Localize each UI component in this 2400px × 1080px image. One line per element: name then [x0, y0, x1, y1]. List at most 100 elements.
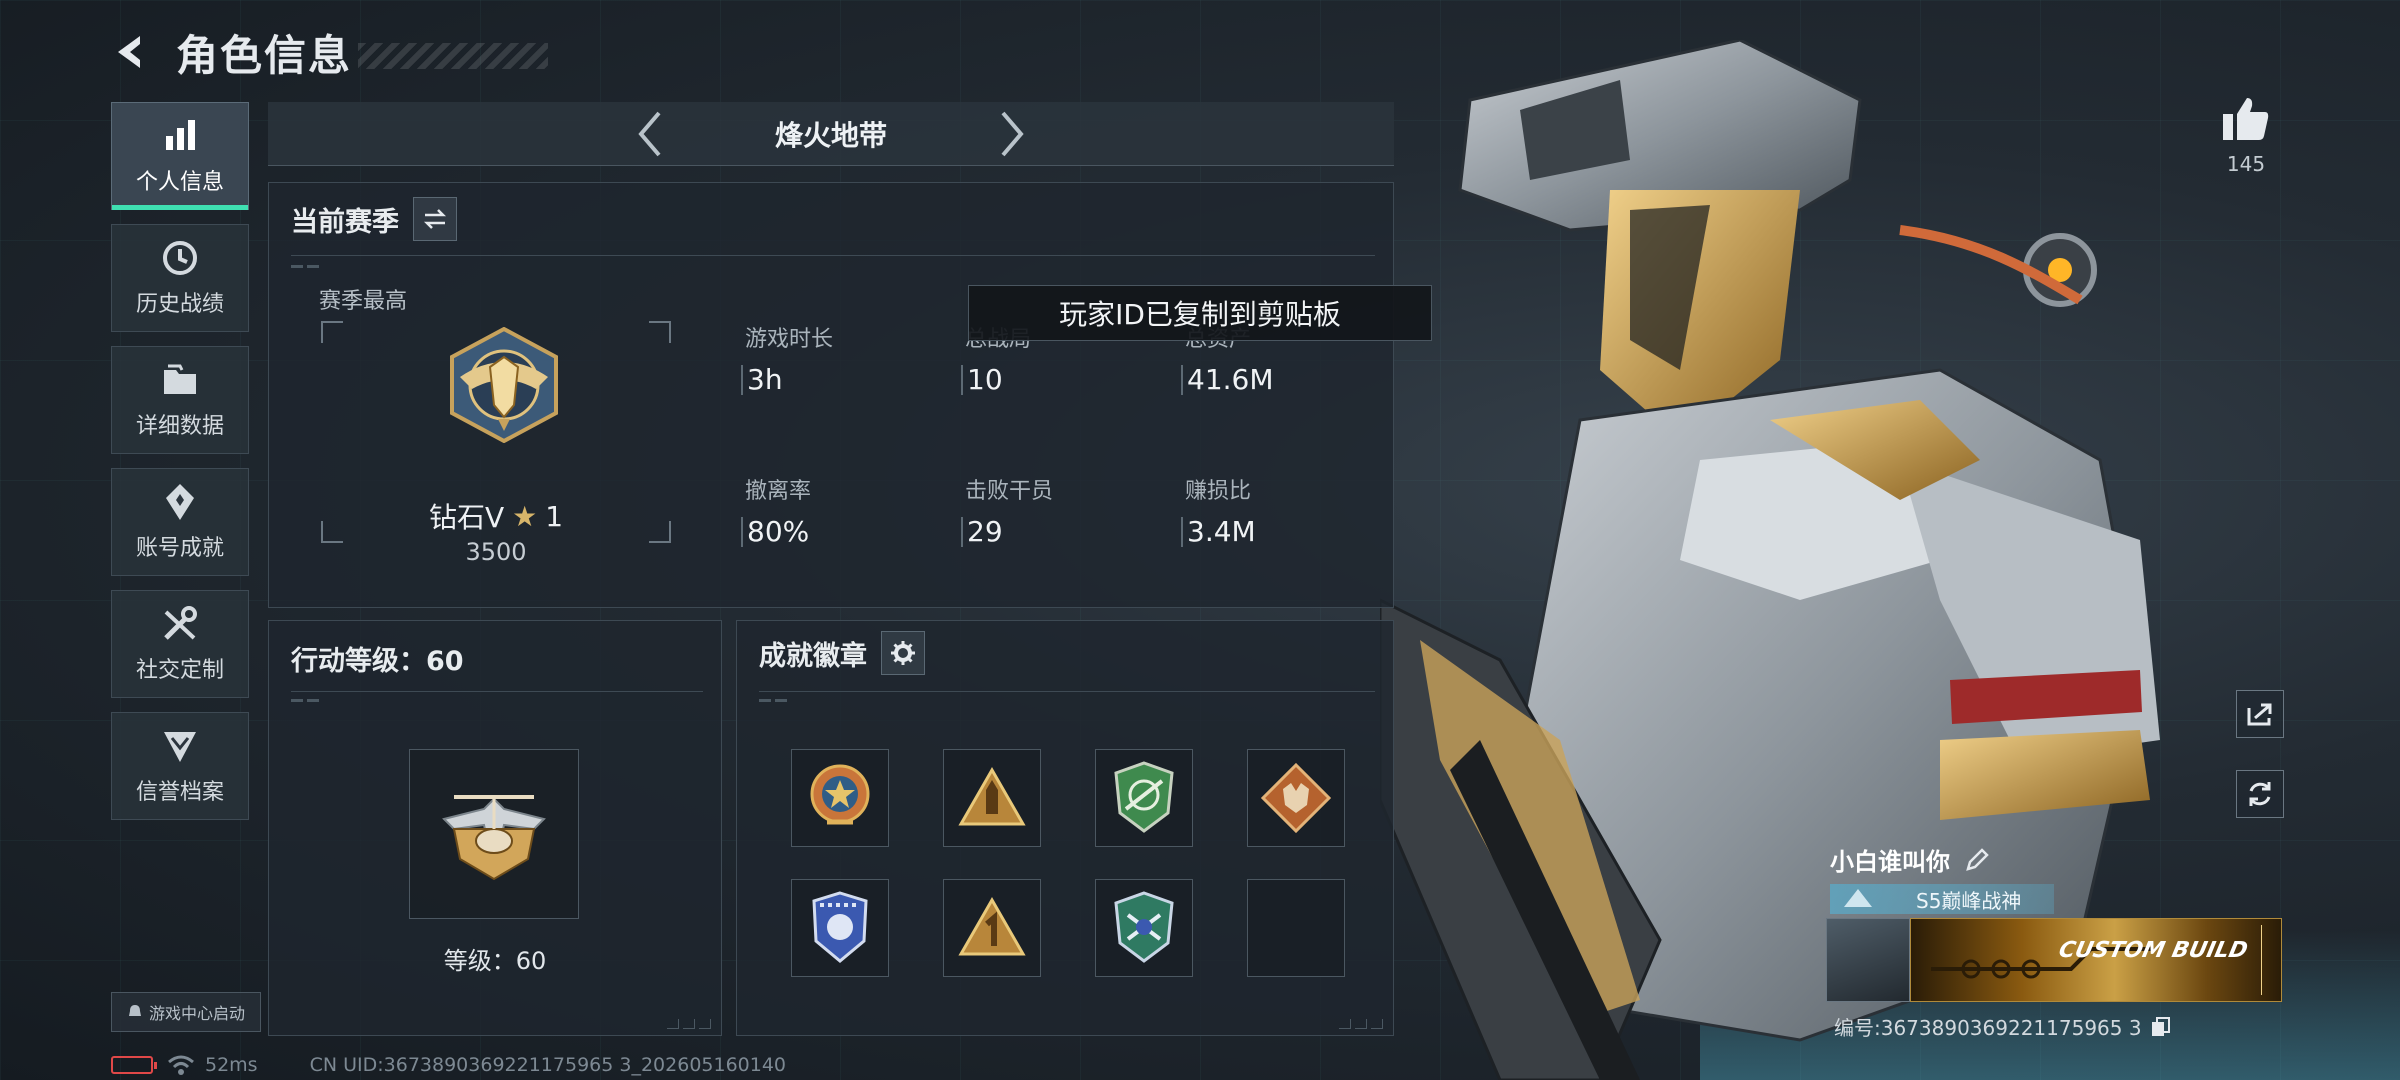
thumbs-up-icon — [2223, 98, 2269, 140]
player-id-row[interactable]: 编号:3673890369221175965 3 — [1834, 1012, 2172, 1041]
divider — [291, 255, 1375, 256]
sidebar-item-detailed-data[interactable]: 详细数据 — [111, 346, 249, 454]
sidebar-item-label: 详细数据 — [135, 414, 224, 439]
nameplate-card: CUSTOM BUILD — [1910, 918, 2282, 1002]
season-best-label: 赛季最高 — [319, 289, 408, 314]
stat-value: 3.4M — [1181, 517, 1381, 547]
badge-slot[interactable] — [943, 879, 1041, 977]
gear-icon — [891, 641, 915, 665]
season-title: 当前赛季 — [291, 206, 399, 238]
chevron-left-icon[interactable] — [625, 109, 675, 159]
badge-slot[interactable] — [791, 879, 889, 977]
sidebar-item-history[interactable]: 历史战绩 — [111, 224, 249, 332]
sidebar-item-achievements[interactable]: 账号成就 — [111, 468, 249, 576]
stat-label: 击败干员 — [965, 479, 1054, 504]
divider-ticks — [291, 699, 323, 702]
sidebar-item-label: 历史战绩 — [135, 292, 224, 317]
player-name-row: 小白谁叫你 — [1830, 842, 1990, 877]
back-arrow-icon[interactable] — [110, 30, 154, 74]
crossed-guns-shield-badge-icon — [1114, 891, 1174, 963]
star-wreath-badge-icon — [810, 764, 870, 825]
stat-play-time: 游戏时长 3h — [741, 321, 941, 395]
bullet-triangle-badge-icon — [958, 766, 1026, 826]
achievements-settings-button[interactable] — [881, 631, 925, 675]
nameplate-text: CUSTOM BUILD — [2056, 938, 2250, 963]
stat-label: 撤离率 — [745, 479, 812, 504]
rank-name: 钻石V — [428, 501, 505, 534]
divider-ticks — [291, 265, 323, 268]
sidebar-item-label: 信誉档案 — [135, 780, 224, 805]
mode-selector: 烽火地带 — [268, 102, 1394, 166]
bar-chart-icon — [166, 120, 195, 150]
stat-value: 29 — [961, 517, 1161, 547]
number-one-triangle-badge-icon — [958, 896, 1026, 956]
stat-label: 游戏时长 — [745, 327, 834, 352]
status-bar: 52ms CN UID:3673890369221175965 3_202605… — [111, 1054, 786, 1076]
folder-icon — [164, 364, 196, 394]
sidebar-item-reputation[interactable]: 信誉档案 — [111, 712, 249, 820]
badge-slot[interactable] — [943, 749, 1041, 847]
game-center-label: 游戏中心启动 — [148, 1004, 245, 1023]
corner-decoration — [663, 1019, 711, 1029]
achievements-header: 成就徽章 — [759, 631, 925, 675]
stat-profit-ratio: 赚损比 3.4M — [1181, 473, 1381, 547]
wifi-icon — [168, 1055, 194, 1075]
sidebar-item-label: 账号成就 — [135, 536, 224, 561]
player-id: 编号:3673890369221175965 3 — [1834, 1016, 2142, 1040]
shield-chevron-icon — [164, 732, 196, 762]
copy-icon[interactable] — [2150, 1016, 2172, 1038]
battery-icon — [111, 1056, 157, 1074]
sidebar-item-personal-info[interactable]: 个人信息 — [111, 102, 249, 210]
achievements-panel: 成就徽章 — [736, 620, 1394, 1036]
refresh-button[interactable] — [2236, 770, 2284, 818]
badge-grid — [791, 749, 1345, 977]
mode-name: 烽火地带 — [774, 118, 887, 152]
avatar[interactable] — [1826, 918, 1910, 1002]
edit-pencil-icon[interactable] — [1964, 847, 1990, 873]
rank-score: 3500 — [465, 538, 527, 566]
refresh-icon — [2249, 782, 2271, 806]
title-decoration — [358, 43, 549, 69]
player-title-tag: S5巅峰战神 — [1830, 884, 2054, 914]
diamond-rank-emblem-icon — [450, 327, 558, 443]
achievement-medal-icon — [166, 484, 194, 520]
title-emblem-icon — [1844, 889, 1872, 907]
game-center-launch-button[interactable]: 游戏中心启动 — [111, 992, 261, 1032]
stat-operators-defeated: 击败干员 29 — [961, 473, 1161, 547]
stat-extract-rate: 撤离率 80% — [741, 473, 941, 547]
history-clock-icon — [163, 241, 197, 275]
eagle-shield-badge-icon — [812, 891, 868, 963]
rifle-shield-badge-icon — [1114, 761, 1174, 833]
divider-ticks — [759, 699, 791, 702]
stat-value: 41.6M — [1181, 365, 1381, 395]
divider — [291, 691, 703, 692]
wolf-diamond-badge-icon — [1261, 763, 1331, 833]
player-name: 小白谁叫你 — [1830, 848, 1950, 876]
empty-badge-slot[interactable] — [1247, 879, 1345, 977]
badge-slot[interactable] — [1095, 749, 1193, 847]
sidebar-item-label: 个人信息 — [135, 170, 224, 195]
copied-toast: 玩家ID已复制到剪贴板 — [968, 285, 1432, 341]
uid-text: CN UID:3673890369221175965 3_20260516014… — [309, 1054, 787, 1076]
action-level-title: 行动等级：60 — [291, 646, 464, 677]
corner-decoration — [1335, 1019, 1383, 1029]
rank-frame: 钻石V ★ 1 3500 — [321, 321, 671, 566]
page-title: 角色信息 — [176, 30, 353, 80]
badge-slot[interactable] — [1247, 749, 1345, 847]
rank-name-row: 钻石V ★ 1 — [321, 496, 671, 536]
swap-season-button[interactable] — [413, 197, 457, 241]
level-badge-frame — [409, 749, 579, 919]
season-header: 当前赛季 — [291, 197, 457, 241]
like-button[interactable]: 145 — [2214, 96, 2278, 176]
like-count: 145 — [2226, 152, 2266, 176]
share-icon — [2247, 703, 2272, 726]
season-panel: 当前赛季 赛季最高 钻石V ★ 1 3500 游戏时长 3h 总战局 10 总资… — [268, 182, 1394, 608]
stat-value: 3h — [741, 365, 941, 395]
badge-slot[interactable] — [1095, 879, 1193, 977]
share-button[interactable] — [2236, 690, 2284, 738]
chevron-right-icon[interactable] — [987, 109, 1037, 159]
tools-icon — [164, 606, 197, 640]
sidebar-item-social-custom[interactable]: 社交定制 — [111, 590, 249, 698]
badge-slot[interactable] — [791, 749, 889, 847]
stat-value: 80% — [741, 517, 941, 547]
